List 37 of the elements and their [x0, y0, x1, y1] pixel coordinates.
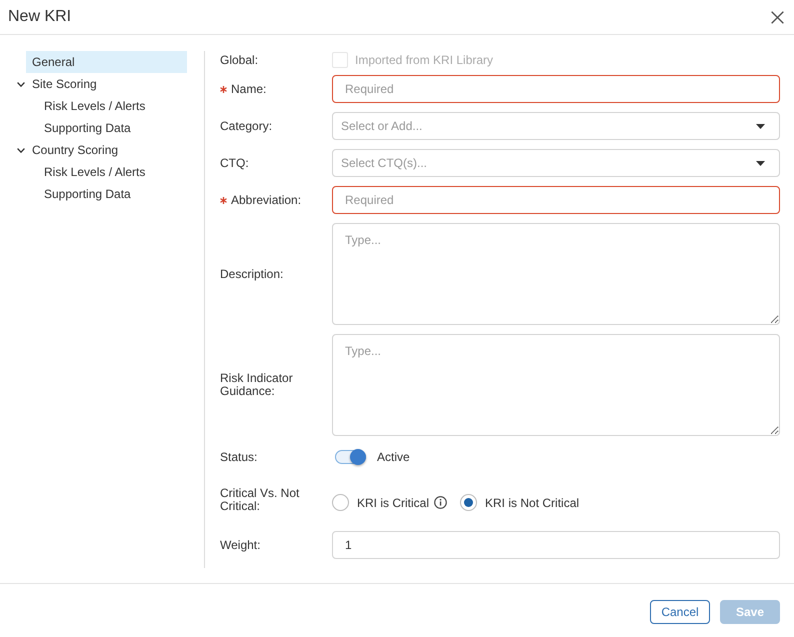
chevron-down-icon[interactable]	[17, 82, 25, 86]
sidebar-item[interactable]: Supporting Data	[26, 183, 187, 205]
radio-label[interactable]: KRI is Critical	[357, 494, 430, 512]
field-label: Category:	[220, 120, 272, 132]
close-icon[interactable]	[771, 10, 784, 24]
sidebar-item[interactable]: Country Scoring	[26, 139, 187, 161]
field-label: Abbreviation:	[231, 194, 302, 206]
field-label: Status:	[220, 450, 258, 464]
text-area[interactable]: Type...	[332, 334, 780, 436]
radio-button[interactable]	[460, 494, 478, 511]
field-label: Weight:	[220, 538, 260, 552]
field-label: Global:	[220, 54, 258, 66]
checkbox-label: Imported from KRI Library	[355, 52, 494, 69]
caret-down-icon	[756, 124, 765, 128]
radio-label[interactable]: KRI is Not Critical	[485, 494, 580, 512]
input-field[interactable]: Required	[332, 75, 780, 103]
chevron-down-icon[interactable]	[17, 148, 25, 152]
field-label: Critical Vs. Not Critical:	[220, 487, 300, 513]
field-label: Risk Indicator Guidance:	[220, 372, 294, 398]
radio-button[interactable]	[332, 494, 349, 511]
field-label: Name:	[231, 82, 266, 96]
info-icon[interactable]	[434, 496, 448, 509]
dialog-title: New KRI	[8, 7, 72, 27]
sidebar-item[interactable]: Risk Levels / Alerts	[26, 161, 187, 183]
caret-down-icon	[756, 160, 765, 166]
sidebar-item[interactable]: Supporting Data	[26, 117, 187, 139]
toggle-switch[interactable]	[335, 449, 366, 465]
secondary-button[interactable]: Cancel	[650, 600, 710, 624]
input-field[interactable]: Required	[332, 186, 780, 214]
sidebar-item[interactable]: Site Scoring	[26, 73, 187, 95]
input-field[interactable]: 1	[332, 531, 780, 559]
field-label: CTQ:	[220, 156, 249, 170]
sidebar-item[interactable]: General	[26, 51, 187, 73]
field-label: Description:	[220, 268, 284, 280]
text-area[interactable]: Type...	[332, 223, 780, 325]
sidebar-item[interactable]: Risk Levels / Alerts	[26, 95, 187, 117]
status-text: Active	[377, 449, 410, 466]
